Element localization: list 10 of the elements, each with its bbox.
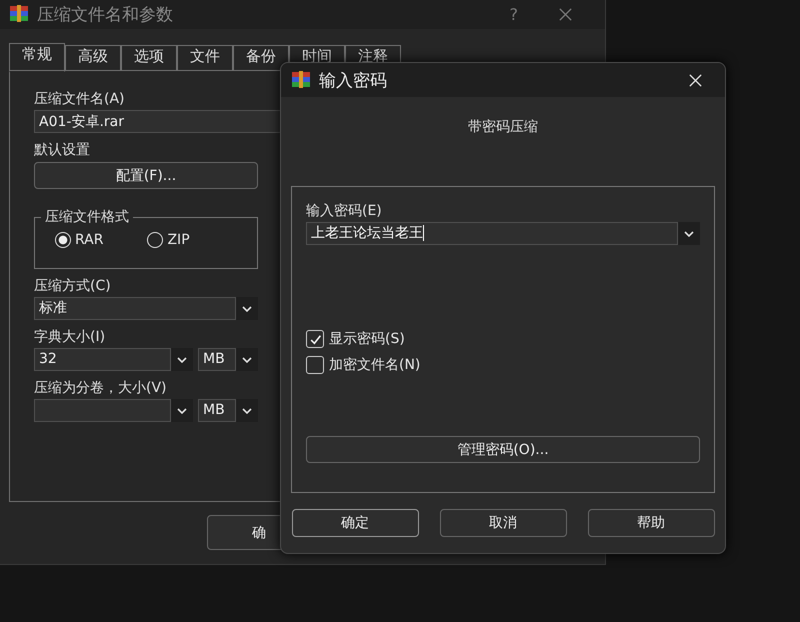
- field-label: 压缩为分卷，大小(V): [34, 379, 168, 397]
- field-label: 压缩文件名(A): [34, 90, 126, 108]
- field-label: 字典大小(I): [34, 328, 106, 346]
- dialog-heading: 带密码压缩: [468, 118, 538, 136]
- field-label: 输入密码(E): [306, 202, 383, 220]
- window-title: 压缩文件名和参数: [37, 4, 173, 26]
- dialog-title: 输入密码: [319, 70, 387, 92]
- field-label: 压缩方式(C): [34, 277, 112, 295]
- group-title: 压缩文件格式: [41, 208, 133, 226]
- field-label: 默认设置: [34, 141, 91, 159]
